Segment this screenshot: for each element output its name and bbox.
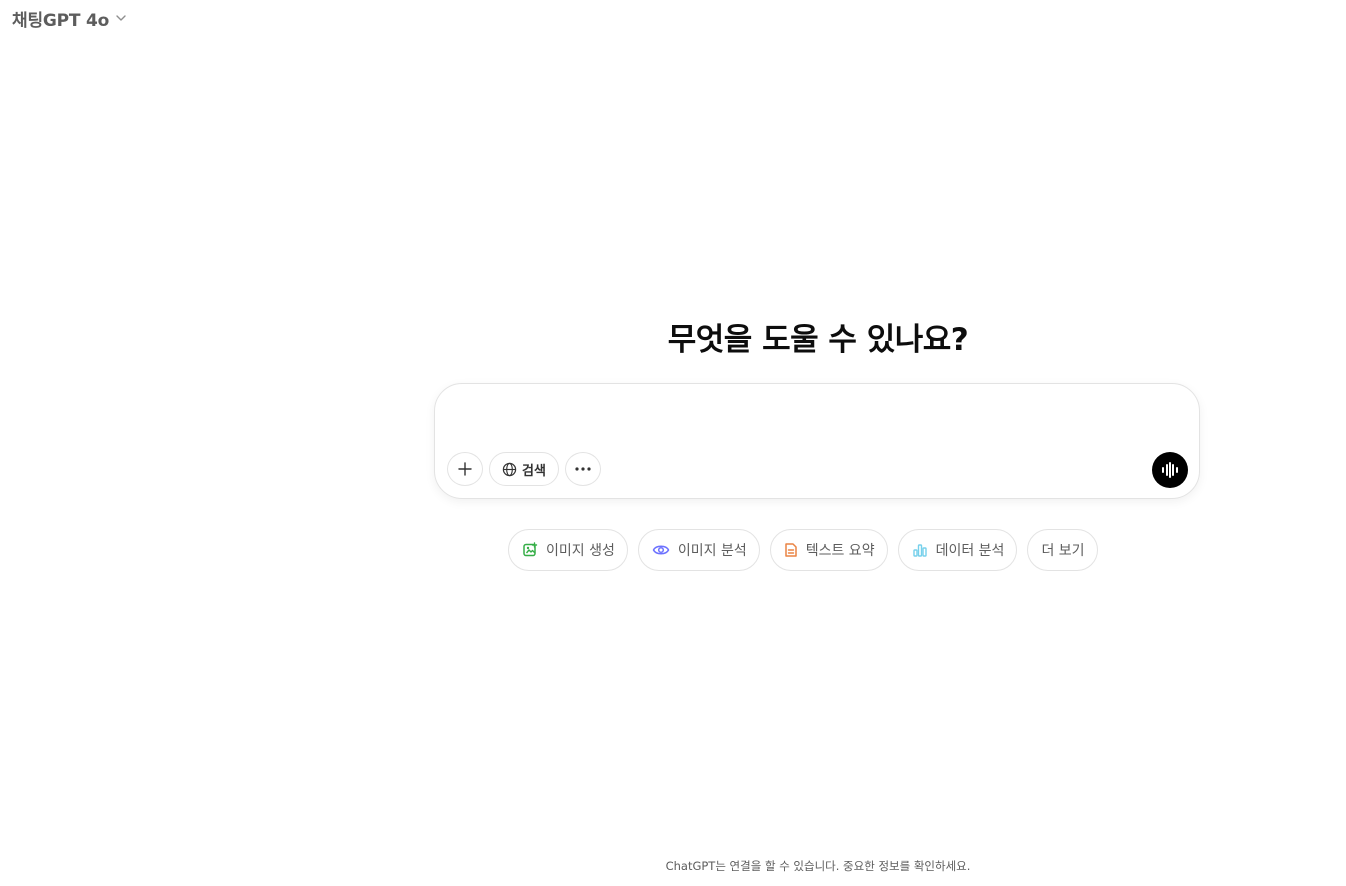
document-icon xyxy=(784,543,797,557)
search-button-label: 검색 xyxy=(522,463,546,479)
suggestion-data-analysis[interactable]: 데이터 분석 xyxy=(897,529,1018,571)
suggestion-image-create[interactable]: 이미지 생성 xyxy=(508,529,628,571)
suggestion-label: 더 보기 xyxy=(1041,543,1085,559)
more-tools-button[interactable] xyxy=(565,452,601,486)
chevron-down-icon xyxy=(116,15,126,21)
eye-icon xyxy=(652,545,670,555)
globe-icon xyxy=(502,462,517,476)
composer: 검색 xyxy=(434,383,1200,499)
voice-mode-button[interactable] xyxy=(1152,452,1188,488)
suggestion-image-analyze[interactable]: 이미지 분석 xyxy=(637,529,760,571)
more-icon xyxy=(575,467,591,471)
suggestion-label: 텍스트 요약 xyxy=(805,543,875,559)
plus-icon xyxy=(458,462,472,476)
suggestion-label: 데이터 분석 xyxy=(935,543,1005,559)
image-create-icon xyxy=(523,542,538,557)
chat-page: 채팅GPT 4o 무엇을 도울 수 있나요? 검색 이미지 생성 이미지 분석 … xyxy=(0,0,1346,886)
disclaimer-text: ChatGPT는 연결을 할 수 있습니다. 중요한 정보를 확인하세요. xyxy=(665,859,971,873)
attach-button[interactable] xyxy=(447,452,483,486)
suggestion-text-summary[interactable]: 텍스트 요약 xyxy=(769,529,888,571)
model-selector[interactable]: 채팅GPT 4o xyxy=(12,6,127,31)
page-title: 무엇을 도울 수 있나요? xyxy=(667,322,969,358)
suggestion-label: 이미지 분석 xyxy=(677,543,747,559)
voice-mode-icon xyxy=(1162,462,1178,478)
suggestion-more[interactable]: 더 보기 xyxy=(1027,529,1098,571)
search-button[interactable]: 검색 xyxy=(489,452,559,486)
prompt-input[interactable] xyxy=(455,400,1179,444)
model-title: 채팅GPT 4o xyxy=(12,10,110,31)
suggestion-chips: 이미지 생성 이미지 분석 텍스트 요약 데이터 분석 더 보기 xyxy=(508,529,1098,571)
chart-icon xyxy=(912,544,927,557)
suggestion-label: 이미지 생성 xyxy=(546,543,615,559)
